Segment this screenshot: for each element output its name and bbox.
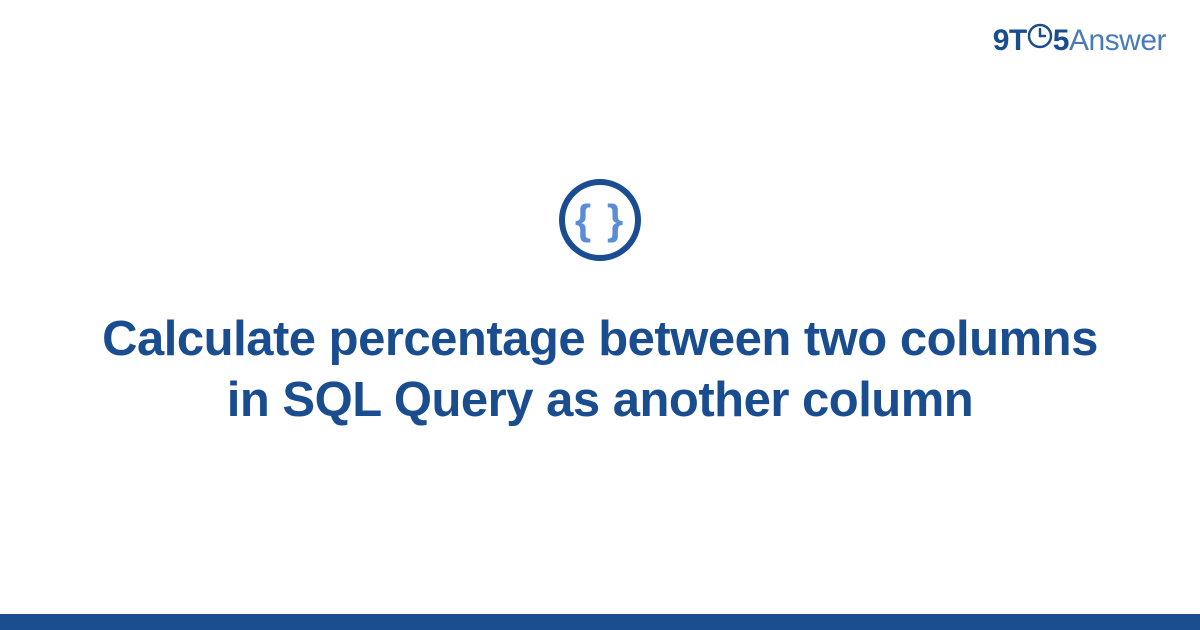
- curly-braces-icon: { }: [575, 199, 625, 241]
- main-content: { } Calculate percentage between two col…: [0, 0, 1200, 630]
- logo-text-9t: 9T: [993, 24, 1027, 57]
- site-logo: 9T 5Answer: [993, 24, 1166, 59]
- footer-accent-bar: [0, 614, 1200, 630]
- logo-text-answer: Answer: [1069, 24, 1166, 57]
- page-title: Calculate percentage between two columns…: [100, 309, 1100, 432]
- category-icon-circle: { }: [559, 179, 641, 261]
- clock-icon: [1027, 23, 1053, 57]
- logo-text-5: 5: [1053, 24, 1069, 57]
